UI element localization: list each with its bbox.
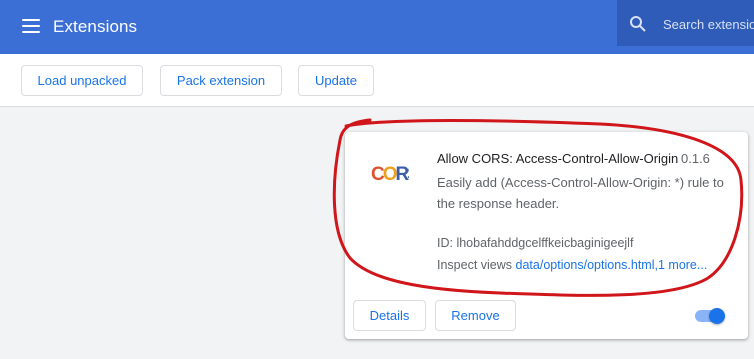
extension-name: Allow CORS: Access-Control-Allow-Origin [437,151,679,166]
inspect-views: Inspect views data/options/options.html,… [437,258,727,272]
search-input[interactable]: Search extensio [617,0,754,46]
cors-logo-icon: CORS [371,164,409,184]
svg-text:CORS: CORS [371,164,409,184]
pack-extension-button[interactable]: Pack extension [160,65,282,96]
remove-button[interactable]: Remove [435,300,516,331]
developer-toolbar: Load unpacked Pack extension Update [0,54,754,107]
search-icon [630,16,646,32]
search-placeholder: Search extensio [663,17,754,32]
details-button[interactable]: Details [353,300,426,331]
page-title: Extensions [53,17,138,36]
inspect-options-link[interactable]: data/options/options.html [516,258,655,272]
extension-id: ID: lhobafahddgcelffkeicbaginigeejlf [437,236,634,250]
top-bar: Extensions Search extensio [0,0,754,54]
hamburger-menu-icon[interactable] [22,19,40,33]
update-button[interactable]: Update [298,65,374,96]
extension-card: CORS Allow CORS: Access-Control-Allow-Or… [345,132,748,339]
inspect-more-link[interactable]: 1 more... [658,258,707,272]
inspect-views-label: Inspect views [437,258,516,272]
toggle-knob [709,308,725,324]
extension-version: 0.1.6 [681,151,710,166]
extension-description: Easily add (Access-Control-Allow-Origin:… [437,175,724,211]
enable-toggle[interactable] [695,308,725,324]
load-unpacked-button[interactable]: Load unpacked [21,65,143,96]
